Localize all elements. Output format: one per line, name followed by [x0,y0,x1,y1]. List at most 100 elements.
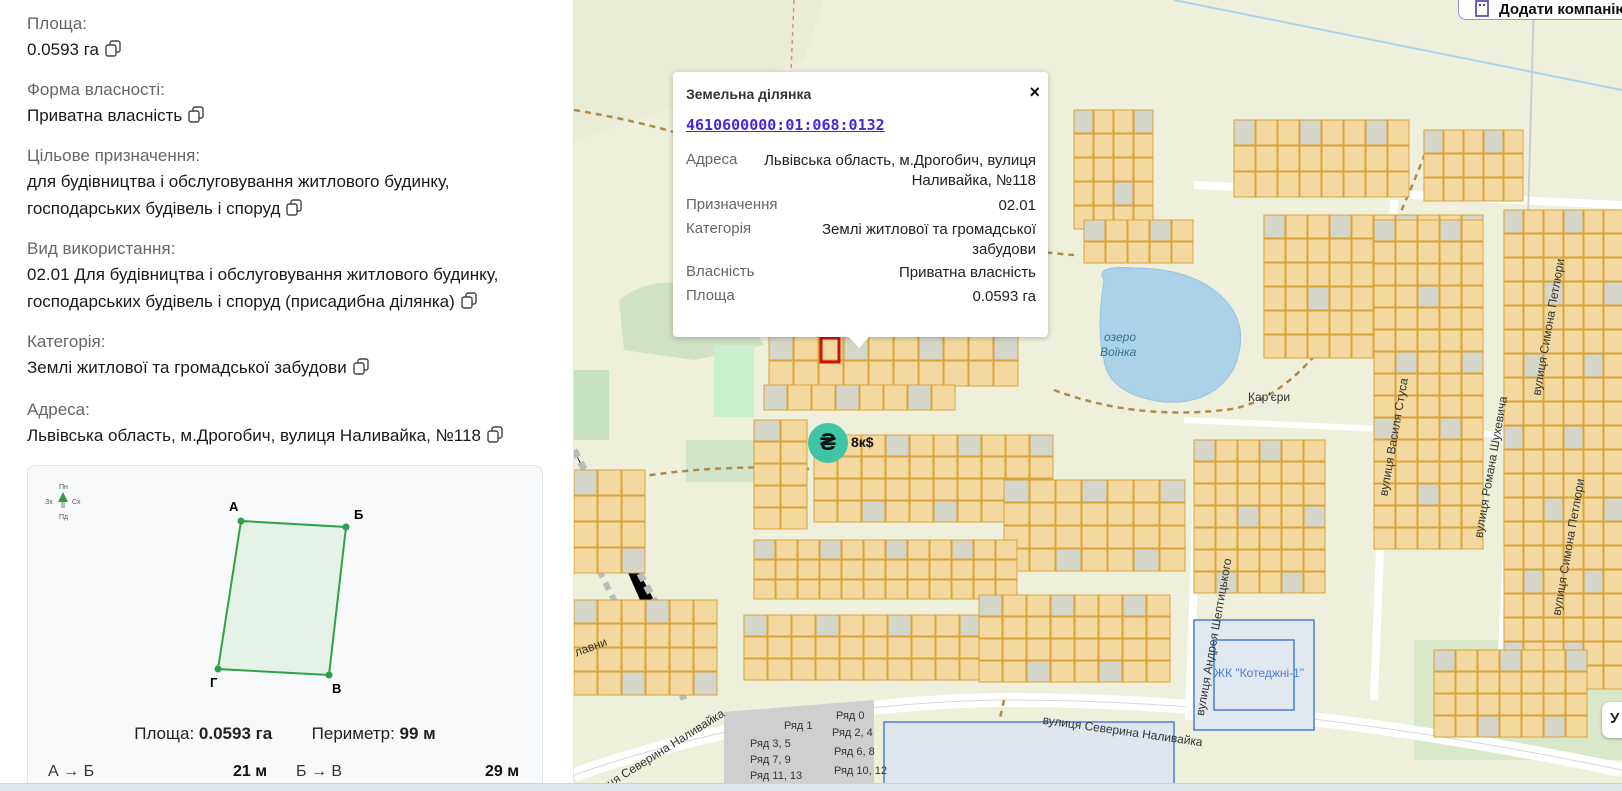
land-parcel [1543,401,1564,426]
land-parcel [1285,334,1308,359]
row-label: Ряд 1 [784,720,813,732]
land-parcel [1093,109,1114,134]
copy-icon[interactable] [353,358,369,375]
land-parcel [1523,569,1544,594]
land-parcel [1029,502,1056,526]
land-parcel [1543,521,1564,546]
land-parcel [1563,377,1584,402]
land-parcel [743,658,768,681]
land-parcel [1521,693,1544,716]
usage-field: Вид використання: 02.01 Для будівництва … [27,237,547,315]
land-parcel [981,478,1006,501]
side-toggle-button[interactable]: У [1602,702,1622,738]
land-parcel [1321,171,1344,198]
land-parcel [1081,479,1108,503]
parcel-polygon: А Б В Г [210,499,363,696]
popup-pointer [848,336,870,348]
land-parcel [1483,129,1504,154]
land-parcel [1146,638,1171,661]
land-parcel [1373,241,1396,264]
land-parcel [1417,461,1440,484]
land-parcel [1133,133,1154,158]
land-parcel [1050,638,1075,661]
land-parcel [1455,671,1478,694]
parcel-shape-card: Пн Пд Зх Сх А Б В Г Площа: 0.0593 га Пер… [27,465,543,791]
land-parcel [1603,497,1622,522]
land-parcel [1321,145,1344,172]
land-parcel [1373,505,1396,528]
land-parcel [885,478,910,501]
land-parcel [791,636,816,659]
land-parcel [1237,527,1260,550]
land-parcel [1583,233,1604,258]
land-parcel [1263,334,1286,359]
land-parcel [1463,153,1484,178]
land-parcel [909,500,934,523]
land-parcel [1503,545,1524,570]
land-parcel [1215,439,1238,462]
land-parcel [1233,171,1256,198]
land-parcel [1277,171,1300,198]
land-parcel [811,384,836,411]
land-parcel [1351,310,1374,335]
land-parcel [1583,281,1604,306]
parcel-info-panel: Площа: 0.0593 га Форма власності: Приват… [0,0,574,791]
land-parcel [597,647,622,672]
land-parcel [815,636,840,659]
land-parcel [1107,548,1134,572]
land-parcel [1499,715,1522,738]
land-parcel [995,559,1018,580]
land-parcel [1395,329,1418,352]
land-parcel [1603,257,1622,282]
land-parcel [909,434,934,457]
land-parcel [1055,479,1082,503]
vertex-d: Г [210,675,218,690]
land-parcel [1026,638,1051,661]
price-marker-icon[interactable]: ₴ [808,423,848,463]
land-parcel [1603,521,1622,546]
bottom-scrollbar[interactable] [0,783,1622,791]
land-parcel [1461,417,1484,440]
land-parcel [1343,119,1366,146]
land-parcel [1237,483,1260,506]
cadastral-number-link[interactable]: 4610600000:01:068:0132 [686,116,885,134]
land-parcel [968,334,994,361]
land-parcel [1423,129,1444,154]
land-parcel [861,456,886,479]
popup-key: Категорія [686,220,752,237]
land-parcel [1439,505,1462,528]
copy-icon[interactable] [461,292,477,309]
land-parcel [1503,497,1524,522]
land-parcel [574,495,598,522]
purpose-line1: для будівництва і обслуговування житлово… [27,172,450,191]
land-parcel [1387,119,1410,146]
land-parcel [1285,214,1308,239]
copy-icon[interactable] [487,426,503,443]
copy-icon[interactable] [105,40,121,57]
land-parcel [995,539,1018,560]
land-parcel [1523,401,1544,426]
row-label: Ряд 3, 5 [750,738,791,750]
land-parcel [1523,257,1544,282]
land-parcel [1417,241,1440,264]
land-parcel [621,495,646,522]
land-parcel [863,559,886,580]
land-parcel [1395,351,1418,374]
close-icon[interactable]: × [1029,82,1040,103]
land-parcel [918,360,944,387]
land-parcel [1098,594,1123,617]
land-parcel [1395,527,1418,550]
add-company-button[interactable]: Додати компанію [1458,0,1622,20]
land-parcel [1193,439,1216,462]
row-label: Ряд 2, 4 [832,727,873,739]
land-parcel [1029,456,1054,479]
land-parcel [1093,133,1114,158]
copy-icon[interactable] [286,199,303,216]
copy-icon[interactable] [188,106,204,123]
land-parcel [837,478,862,501]
price-label[interactable]: 8к$ [851,434,874,450]
ownership-label: Форма власності: [27,80,165,99]
land-parcel [1303,549,1326,572]
land-parcel [1133,525,1160,549]
land-parcel [669,599,694,624]
